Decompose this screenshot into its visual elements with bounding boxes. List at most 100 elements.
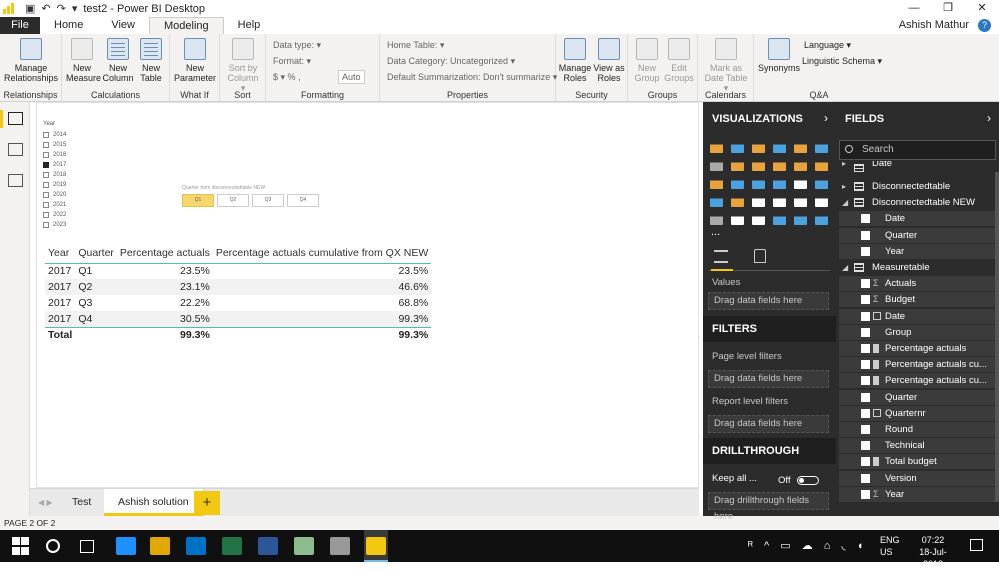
report-view-icon[interactable]: [8, 112, 23, 125]
edit-groups-button[interactable]: Edit Groups: [664, 38, 694, 83]
page-filters-drop-zone[interactable]: Drag data fields here: [708, 370, 829, 388]
visual-type-icon[interactable]: [794, 176, 807, 189]
field-item[interactable]: Σ Year: [839, 486, 996, 502]
page-nav-arrows-icon[interactable]: ◀ ▶: [38, 498, 53, 507]
year-option[interactable]: 2019: [43, 180, 66, 190]
decimal-places-input[interactable]: Auto: [338, 70, 365, 84]
collapse-visualizations-icon[interactable]: ›: [824, 111, 828, 125]
checkbox-icon[interactable]: [43, 152, 49, 158]
mark-as-date-table-button[interactable]: Mark as Date Table ▾: [702, 38, 750, 93]
visual-type-icon[interactable]: [752, 140, 765, 153]
visual-type-icon[interactable]: [731, 194, 744, 207]
visual-type-icon[interactable]: [815, 176, 828, 189]
visual-type-icon[interactable]: [752, 158, 765, 171]
fields-well-icon[interactable]: [714, 250, 728, 263]
year-option[interactable]: 2014: [43, 130, 66, 140]
values-drop-zone[interactable]: Drag data fields here: [708, 292, 829, 310]
checkbox-icon[interactable]: [43, 182, 49, 188]
field-item[interactable]: Quarter: [839, 389, 996, 405]
task-view-icon[interactable]: [80, 540, 94, 553]
field-item[interactable]: Percentage actuals: [839, 341, 996, 356]
new-table-button[interactable]: New Table: [137, 38, 165, 83]
field-table-item[interactable]: ▸ Disconnectedtable: [839, 179, 996, 194]
quarter-slicer[interactable]: Quarter from disconnectedtable NEW Q1 Q2 Q…: [182, 185, 319, 207]
visual-type-icon[interactable]: [710, 212, 723, 225]
visual-type-icon[interactable]: [731, 176, 744, 189]
system-tray-icons[interactable]: ᴿ ^ ▭ ☁ ⌂ ◟ ◖: [748, 539, 867, 552]
quarter-option-button[interactable]: Q4: [287, 194, 319, 207]
report-canvas[interactable]: Year 2014 2015 2016 2017 2018 2019 2020 2021 202…: [36, 102, 699, 488]
quarter-option-button[interactable]: Q3: [252, 194, 284, 207]
manage-relationships-button[interactable]: Manage Relationships: [4, 38, 58, 83]
field-table-item[interactable]: ▸ Date: [839, 161, 996, 172]
taskbar-app-icon[interactable]: [294, 537, 314, 555]
table-row[interactable]: 2017 Q2 23.1% 46.6%: [45, 279, 432, 295]
cortana-search-icon[interactable]: [46, 539, 60, 553]
visual-type-icon[interactable]: [815, 140, 828, 153]
taskbar-app-icon[interactable]: [150, 537, 170, 555]
checkbox-icon[interactable]: [43, 222, 49, 228]
checkbox-icon[interactable]: [43, 172, 49, 178]
collapse-icon[interactable]: ◢: [842, 195, 848, 210]
field-item[interactable]: Percentage actuals cu...: [839, 373, 996, 389]
field-checkbox[interactable]: [861, 489, 870, 499]
field-item[interactable]: Technical: [839, 438, 996, 454]
system-clock[interactable]: 07:22 18-Jul-2018: [910, 534, 956, 570]
more-visuals-icon[interactable]: ...: [711, 226, 720, 238]
quarter-option-button[interactable]: Q2: [217, 194, 249, 207]
year-option[interactable]: 2015: [43, 140, 66, 150]
page-tab-test[interactable]: Test: [58, 489, 107, 516]
visual-type-icon[interactable]: [815, 212, 828, 225]
field-checkbox[interactable]: [861, 311, 870, 321]
visual-type-icon[interactable]: [794, 194, 807, 207]
year-option[interactable]: 2023: [43, 220, 66, 230]
field-item[interactable]: Date: [839, 308, 996, 324]
year-slicer[interactable]: Year 2014 2015 2016 2017 2018 2019 2020 2021 202…: [43, 121, 66, 230]
visual-type-icon[interactable]: [773, 140, 786, 153]
tab-view[interactable]: View: [97, 17, 149, 34]
new-parameter-button[interactable]: New Parameter: [174, 38, 216, 83]
checkbox-icon[interactable]: [43, 132, 49, 138]
field-checkbox[interactable]: [861, 441, 870, 451]
visual-type-icon[interactable]: [731, 140, 744, 153]
visual-type-icon[interactable]: [794, 140, 807, 153]
field-item[interactable]: Quarternr: [839, 405, 996, 421]
field-item[interactable]: Percentage actuals cu...: [839, 357, 996, 373]
keep-all-toggle[interactable]: Off: [778, 475, 819, 486]
field-item[interactable]: Σ Budget: [839, 292, 996, 308]
visual-type-icon[interactable]: [773, 194, 786, 207]
maximize-button[interactable]: ❐: [931, 0, 965, 17]
field-checkbox[interactable]: [861, 473, 870, 483]
field-checkbox[interactable]: [861, 295, 870, 305]
field-item[interactable]: Round: [839, 422, 996, 437]
visual-type-icon[interactable]: [815, 194, 828, 207]
field-table-item[interactable]: ◢ Measuretable: [839, 260, 996, 275]
visual-type-icon[interactable]: [752, 212, 765, 225]
visual-type-icon[interactable]: [710, 194, 723, 207]
field-table-item[interactable]: ◢ Disconnectedtable NEW: [839, 195, 996, 210]
field-checkbox[interactable]: [861, 360, 870, 370]
checkbox-icon[interactable]: [43, 192, 49, 198]
data-view-icon[interactable]: [8, 143, 23, 156]
data-type-dropdown[interactable]: Data type: ▾: [273, 40, 321, 51]
visual-type-icon[interactable]: [752, 176, 765, 189]
taskbar-app-icon[interactable]: [222, 537, 242, 555]
visual-type-icon[interactable]: [710, 158, 723, 171]
taskbar-app-icon[interactable]: [366, 537, 386, 555]
year-option[interactable]: 2018: [43, 170, 66, 180]
table-row[interactable]: 2017 Q1 23.5% 23.5%: [45, 263, 431, 279]
checkbox-icon[interactable]: [43, 202, 49, 208]
visual-type-icon[interactable]: [794, 212, 807, 225]
year-option[interactable]: 2016: [43, 150, 66, 160]
taskbar-app-icon[interactable]: [116, 537, 136, 555]
field-item[interactable]: Year: [839, 243, 996, 259]
year-option[interactable]: 2017: [43, 160, 66, 170]
tab-file[interactable]: File: [0, 17, 40, 34]
field-item[interactable]: Version: [839, 470, 996, 486]
column-header-quarter[interactable]: Quarter: [75, 243, 117, 264]
format-paintbrush-icon[interactable]: [754, 249, 766, 263]
visual-type-icon[interactable]: [752, 194, 765, 207]
help-icon[interactable]: ?: [978, 19, 991, 32]
expand-icon[interactable]: ▸: [842, 179, 846, 194]
visual-type-icon[interactable]: [731, 212, 744, 225]
